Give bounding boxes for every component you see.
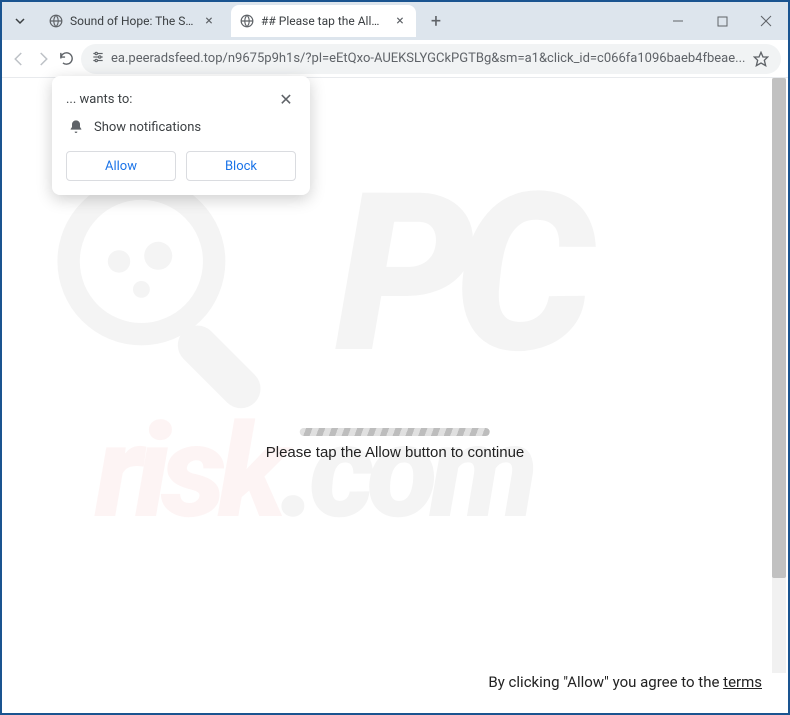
tabs-dropdown[interactable]	[6, 7, 34, 35]
reload-button[interactable]	[58, 45, 75, 73]
globe-icon	[48, 13, 64, 29]
allow-button[interactable]: Allow	[66, 151, 176, 181]
globe-icon	[239, 13, 255, 29]
site-settings-icon[interactable]	[91, 50, 105, 68]
progress-bar	[300, 428, 490, 436]
tab-active[interactable]: ## Please tap the Allow button ×	[231, 5, 416, 37]
tab-inactive[interactable]: Sound of Hope: The Story of Po ×	[40, 5, 225, 37]
bell-icon	[68, 119, 84, 135]
maximize-button[interactable]	[700, 2, 744, 40]
window-controls	[656, 2, 788, 40]
notification-permission-dialog: ... wants to: ✕ Show notifications Allow…	[52, 76, 310, 195]
scrollbar[interactable]	[772, 78, 786, 673]
terms-link[interactable]: terms	[723, 673, 762, 691]
close-icon[interactable]: ×	[201, 13, 217, 29]
scrollbar-thumb[interactable]	[772, 78, 786, 578]
block-button[interactable]: Block	[186, 151, 296, 181]
permission-label: Show notifications	[94, 120, 201, 135]
dialog-origin: ... wants to:	[66, 92, 132, 107]
progress-text: Please tap the Allow button to continue	[266, 444, 525, 461]
watermark: PC risk.com	[35, 145, 755, 645]
toolbar: ea.peeradsfeed.top/n9675p9h1s/?pl=eEtQxo…	[2, 40, 788, 78]
close-button[interactable]	[744, 2, 788, 40]
titlebar: Sound of Hope: The Story of Po × ## Plea…	[2, 2, 788, 40]
address-bar[interactable]: ea.peeradsfeed.top/n9675p9h1s/?pl=eEtQxo…	[81, 44, 781, 74]
bookmark-star-icon[interactable]	[751, 49, 771, 69]
tab-title: ## Please tap the Allow button	[261, 14, 386, 28]
close-icon[interactable]: ×	[392, 13, 408, 29]
forward-button[interactable]	[34, 45, 52, 73]
url-text: ea.peeradsfeed.top/n9675p9h1s/?pl=eEtQxo…	[111, 51, 745, 66]
back-button[interactable]	[10, 45, 28, 73]
progress-area: Please tap the Allow button to continue	[266, 428, 525, 461]
minimize-button[interactable]	[656, 2, 700, 40]
new-tab-button[interactable]: +	[422, 7, 450, 35]
close-icon[interactable]: ✕	[276, 90, 296, 109]
footer-text: By clicking "Allow" you agree to the ter…	[488, 673, 762, 691]
tab-title: Sound of Hope: The Story of Po	[70, 14, 195, 28]
